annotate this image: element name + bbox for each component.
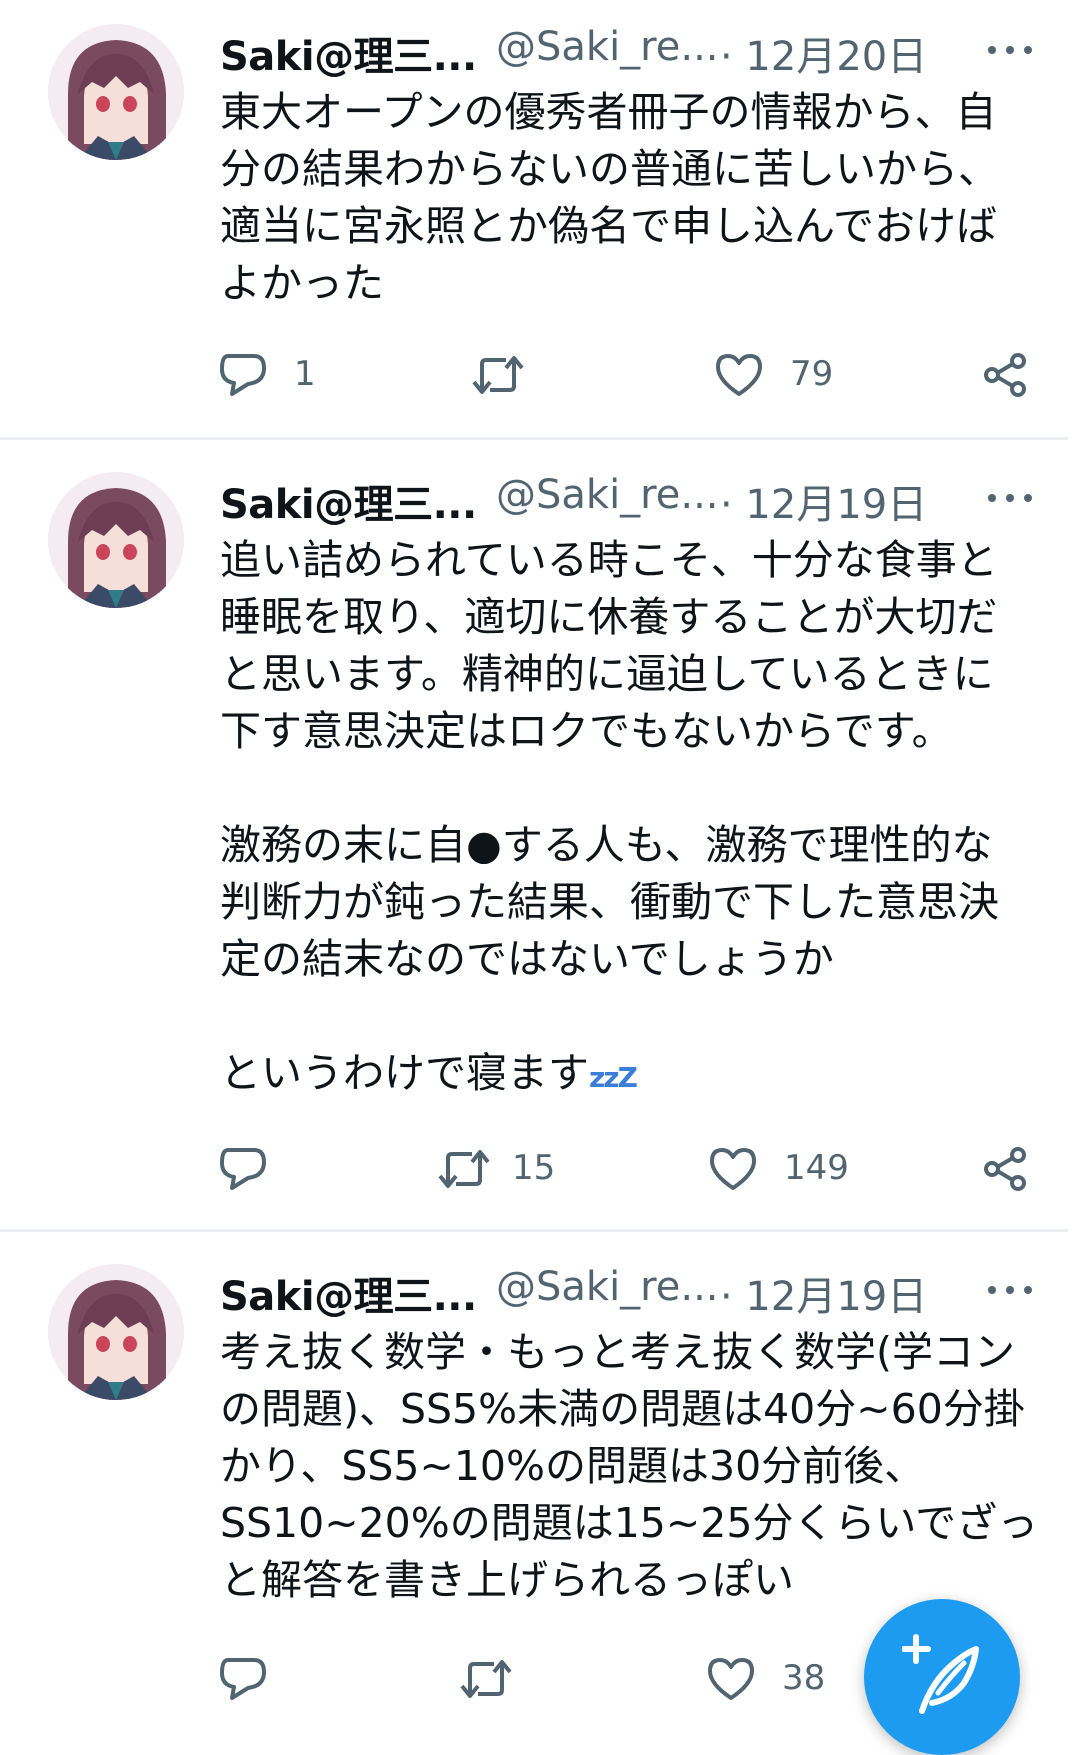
reply-icon (220, 1148, 266, 1190)
compose-tweet-button[interactable] (864, 1599, 1020, 1755)
tweet-text-line: と思います。精神的に逼迫しているときに (220, 650, 994, 698)
retweet-button[interactable] (458, 1650, 578, 1710)
tweet-header: Saki@理三... @Saki_re... · 12月19日 (220, 472, 1040, 532)
tweet-text-line: 判断力が鈍った結果、衝動で下した意思決 (220, 878, 999, 926)
like-icon (708, 1658, 754, 1700)
tweet-text-line: 東大オープンの優秀者冊子の情報から、自 (220, 88, 997, 136)
tweet-text-line: SS10~20%の問題は15~25分くらいでざっ (220, 1499, 1039, 1547)
share-button[interactable] (982, 1140, 1038, 1200)
more-icon[interactable] (982, 472, 1042, 520)
compose-tweet-icon (902, 1634, 979, 1714)
avatar-image (48, 472, 184, 608)
like-button[interactable]: 79 (714, 346, 874, 406)
tweet-text-line: 下す意思決定はロクでもないからです。 (220, 707, 953, 755)
retweet-button[interactable]: 15 (436, 1140, 576, 1200)
retweet-count: 15 (512, 1148, 556, 1188)
tweet-date[interactable]: · 12月20日 (720, 24, 927, 82)
tweet-text-line: 適当に宮永照とか偽名で申し込んでおけば (220, 202, 997, 250)
like-button[interactable]: 149 (708, 1140, 878, 1200)
tweet-text-line: よかった (220, 259, 384, 307)
tweet-text-line: 追い詰められている時こそ、十分な食事と (220, 536, 998, 584)
tweet-actions: 15 149 (218, 1140, 1038, 1200)
share-icon (984, 1147, 1026, 1191)
tweet-actions: 1 79 (218, 346, 1038, 406)
display-name[interactable]: Saki@理三... (220, 1264, 477, 1322)
avatar-image (48, 24, 184, 160)
like-icon (716, 354, 762, 396)
retweet-button[interactable] (470, 346, 590, 406)
more-icon[interactable] (982, 1264, 1042, 1312)
avatar[interactable] (48, 1264, 184, 1400)
tweet-text: 考え抜く数学・もっと考え抜く数学(学コン の問題)、SS5%未満の問題は40分~… (220, 1324, 1050, 1609)
avatar-image (48, 1264, 184, 1400)
avatar[interactable] (48, 24, 184, 160)
like-count: 79 (790, 354, 834, 394)
user-handle[interactable]: @Saki_re... (496, 24, 719, 70)
tweet-text-line: 考え抜く数学・もっと考え抜く数学(学コン (220, 1328, 1015, 1376)
tweet-date[interactable]: · 12月19日 (720, 1264, 927, 1322)
retweet-icon (460, 1660, 512, 1698)
tweet-text-line: かり、SS5~10%の問題は30分前後、 (220, 1442, 926, 1490)
like-count: 38 (782, 1658, 826, 1698)
tweet-text-line: 定の結末なのではないでしょうか (220, 935, 834, 983)
tweet-text-line: の問題)、SS5%未満の問題は40分~60分掛 (220, 1385, 1025, 1433)
tweet-text: 東大オープンの優秀者冊子の情報から、自 分の結果わからないの普通に苦しいから、 … (220, 84, 1050, 312)
like-icon (710, 1148, 756, 1190)
tweet-header: Saki@理三... @Saki_re... · 12月19日 (220, 1264, 1040, 1324)
tweet-text-line: 激務の末に自●する人も、激務で理性的な (220, 821, 993, 869)
share-icon (984, 353, 1026, 397)
reply-count: 1 (294, 354, 316, 394)
tweet-text-line: 分の結果わからないの普通に苦しいから、 (220, 145, 999, 193)
tweet[interactable]: Saki@理三... @Saki_re... · 12月20日 東大オープンの優… (0, 0, 1080, 440)
user-handle[interactable]: @Saki_re... (496, 472, 719, 518)
tweet[interactable]: Saki@理三... @Saki_re... · 12月19日 追い詰められてい… (0, 440, 1080, 1232)
tweet-header: Saki@理三... @Saki_re... · 12月20日 (220, 24, 1040, 84)
retweet-icon (438, 1150, 490, 1188)
retweet-icon (472, 356, 524, 394)
tweet-text-segment: というわけで寝ます (220, 1049, 589, 1097)
tweet-date[interactable]: · 12月19日 (720, 472, 927, 530)
reply-icon (220, 354, 266, 396)
reply-icon (220, 1658, 266, 1700)
user-handle[interactable]: @Saki_re... (496, 1264, 719, 1310)
display-name[interactable]: Saki@理三... (220, 472, 477, 530)
display-name[interactable]: Saki@理三... (220, 24, 477, 82)
tweet-text-line: というわけで寝ますzzZ (220, 1045, 1050, 1106)
reply-button[interactable] (218, 1650, 338, 1710)
tweet-text: 追い詰められている時こそ、十分な食事と 睡眠を取り、適切に休養することが大切だ … (220, 532, 1050, 1106)
reply-button[interactable] (218, 1140, 338, 1200)
like-count: 149 (784, 1148, 849, 1188)
more-icon[interactable] (982, 24, 1042, 72)
tweet-text-line: 睡眠を取り、適切に休養することが大切だ (220, 593, 998, 641)
like-button[interactable]: 38 (706, 1650, 856, 1710)
zzz-emoji: zzZ (589, 1061, 638, 1094)
reply-button[interactable]: 1 (218, 346, 338, 406)
share-button[interactable] (982, 346, 1038, 406)
avatar[interactable] (48, 472, 184, 608)
